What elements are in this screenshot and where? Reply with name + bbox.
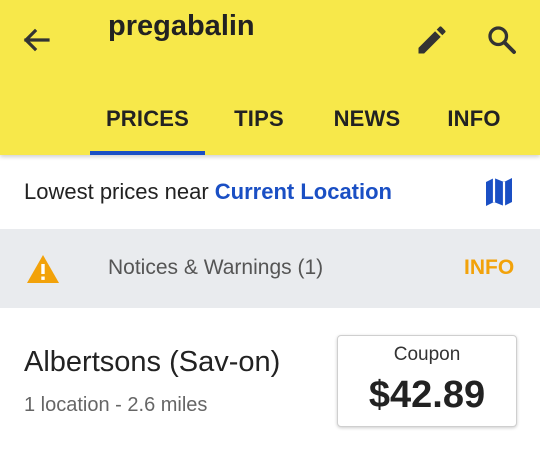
tab-info[interactable]: INFO xyxy=(440,96,508,155)
warning-icon xyxy=(26,254,60,284)
tab-prices[interactable]: PRICES xyxy=(90,96,205,155)
price-value: $42.89 xyxy=(368,374,486,416)
map-button[interactable] xyxy=(484,176,514,208)
tab-news[interactable]: NEWS xyxy=(326,96,408,155)
app-bar: pregabalin PRICES TIPS NEWS INFO xyxy=(0,0,540,155)
current-location-link[interactable]: Current Location xyxy=(215,179,392,204)
pharmacy-distance: 1 location - 2.6 miles xyxy=(24,394,208,416)
location-text: Lowest prices near Current Location xyxy=(24,179,392,205)
active-tab-indicator xyxy=(90,151,205,155)
coupon-price-button[interactable]: Coupon $42.89 xyxy=(337,335,517,427)
back-button[interactable] xyxy=(14,22,58,58)
map-icon xyxy=(486,178,512,206)
location-bar: Lowest prices near Current Location xyxy=(0,155,540,229)
page-title: pregabalin xyxy=(108,10,255,42)
coupon-label: Coupon xyxy=(393,344,461,365)
edit-pencil-icon xyxy=(418,26,446,54)
tab-bar: PRICES TIPS NEWS INFO xyxy=(0,96,540,155)
location-prefix: Lowest prices near xyxy=(24,179,215,204)
notices-label: Notices & Warnings (1) xyxy=(108,256,324,279)
notices-info-button[interactable]: INFO xyxy=(464,256,514,280)
edit-button[interactable] xyxy=(414,22,450,58)
pharmacy-name: Albertsons (Sav-on) xyxy=(24,346,281,378)
search-icon xyxy=(488,26,516,54)
search-button[interactable] xyxy=(484,22,520,58)
back-arrow-icon xyxy=(23,28,50,52)
tab-tips[interactable]: TIPS xyxy=(222,96,296,155)
